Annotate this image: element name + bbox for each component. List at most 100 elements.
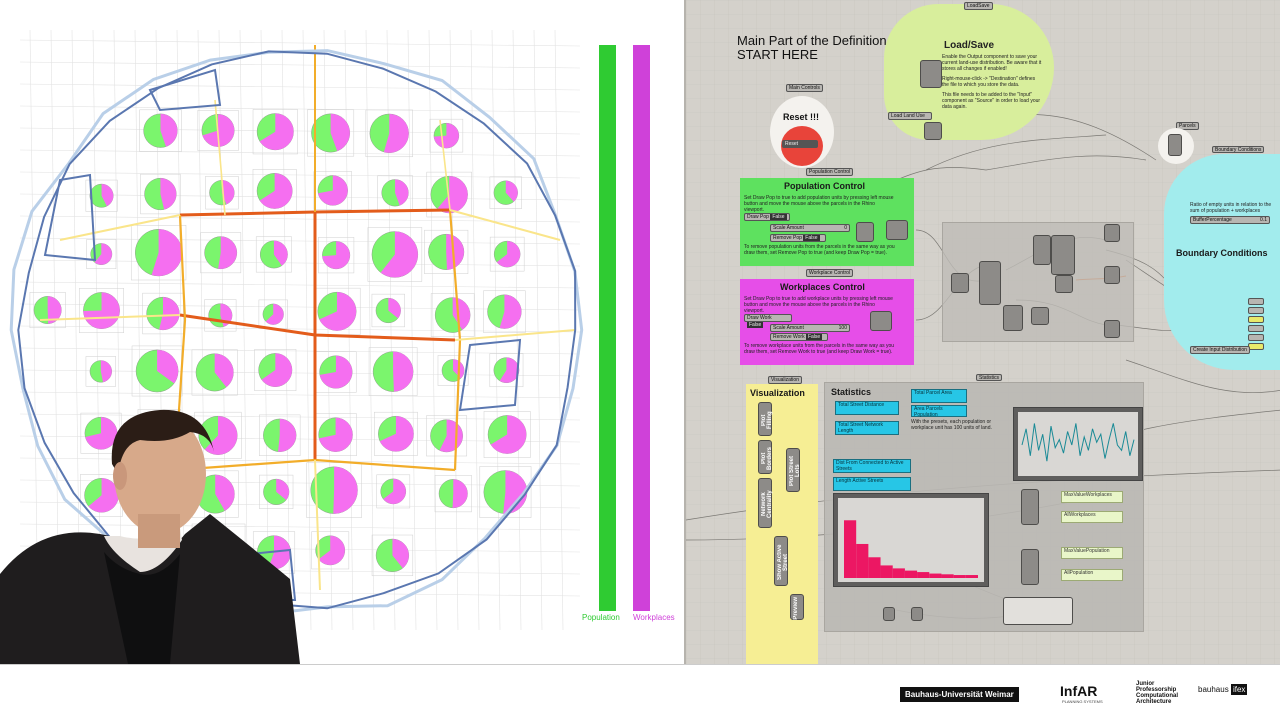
parcels-group[interactable] bbox=[1158, 128, 1194, 164]
parcels-component[interactable] bbox=[1168, 134, 1182, 156]
equals-component[interactable] bbox=[1031, 307, 1049, 325]
parcel-line bbox=[19, 127, 581, 135]
data-1-component[interactable] bbox=[1104, 224, 1120, 242]
land-use-pie bbox=[191, 349, 238, 396]
remove-pop-label: Remove Pop bbox=[773, 235, 802, 241]
draw-work-value: False bbox=[747, 322, 764, 328]
loadsave-group[interactable]: Load/Save Enable the Output component to… bbox=[884, 4, 1054, 140]
parcel-line bbox=[533, 29, 543, 631]
footer-logos: Bauhaus-Universität Weimar InfAR PLANNIN… bbox=[0, 664, 1280, 721]
histogram-bar bbox=[965, 575, 978, 578]
reset-group[interactable]: Reset !!! Reset bbox=[770, 96, 834, 168]
network-centrality-component[interactable]: Network Centrality bbox=[758, 478, 773, 528]
small-component-1[interactable] bbox=[883, 607, 895, 621]
small-component-2[interactable] bbox=[911, 607, 923, 621]
data-2-component[interactable] bbox=[1104, 266, 1120, 284]
show-active-street-component[interactable]: Show Active Street bbox=[774, 536, 789, 586]
load-land-use-param[interactable]: Load Land Use bbox=[888, 112, 932, 120]
junior-line4: Architecture bbox=[1136, 699, 1172, 705]
input-component[interactable] bbox=[924, 122, 942, 140]
land-use-pie bbox=[79, 288, 124, 333]
draw-pop-toggle[interactable]: Draw Pop False bbox=[744, 213, 790, 221]
work-scale-amount-slider[interactable]: Scale Amount 100 bbox=[770, 324, 850, 332]
pop-expression-component[interactable] bbox=[886, 220, 908, 240]
statistics-desc: With the presets, each population or wor… bbox=[911, 419, 992, 431]
set-item-component[interactable] bbox=[1003, 305, 1023, 331]
plot-street-lots-component[interactable]: Plot Street Lots bbox=[786, 448, 801, 492]
addition-component[interactable] bbox=[1051, 235, 1075, 275]
draw-work-toggle[interactable]: Draw Work False bbox=[744, 314, 792, 328]
visualization-group[interactable]: Visualization Plot Filling Plot Borders … bbox=[746, 384, 818, 664]
population-legend: Population bbox=[582, 613, 620, 622]
loadsave-tag: LoadSave bbox=[964, 2, 993, 10]
preview-component[interactable]: Preview bbox=[790, 594, 804, 620]
stat-street-network-length: Total Street Network Length bbox=[835, 421, 899, 435]
parcel-line bbox=[512, 29, 522, 631]
or-component[interactable] bbox=[951, 273, 969, 293]
land-use-pie bbox=[252, 109, 298, 155]
land-use-pie bbox=[313, 171, 352, 210]
list-values-component-1[interactable] bbox=[1021, 489, 1039, 525]
histogram-bar bbox=[856, 543, 869, 578]
boundary-out-1[interactable] bbox=[1248, 298, 1264, 305]
panel-all-population[interactable]: AllPopulation bbox=[1061, 569, 1123, 581]
workplace-control-tag: Workplace Control bbox=[806, 269, 854, 277]
remove-pop-toggle[interactable]: Remove Pop False bbox=[770, 234, 826, 242]
land-use-pie bbox=[318, 237, 355, 274]
boundary-out-2[interactable] bbox=[1248, 307, 1264, 314]
statistics-group[interactable]: Statistics Total Street Distance Total S… bbox=[824, 382, 1144, 632]
boundary-out-5[interactable] bbox=[1248, 334, 1264, 341]
land-use-pie bbox=[483, 290, 526, 333]
plot-filling-component[interactable]: Plot Filling bbox=[758, 402, 773, 436]
population-control-group[interactable]: Population Control Set Draw Pop to true … bbox=[740, 178, 914, 266]
workplaces-control-title: Workplaces Control bbox=[780, 282, 865, 292]
boundary-out-6[interactable] bbox=[1248, 343, 1264, 350]
boundary-conditions-tag: Boundary Conditions bbox=[1212, 146, 1265, 153]
cull-component[interactable] bbox=[1055, 275, 1073, 293]
stat-length-active-streets: Length Active Streets bbox=[833, 477, 911, 491]
land-use-pie bbox=[315, 351, 357, 393]
land-use-pie bbox=[254, 349, 297, 391]
list-values-component-2[interactable] bbox=[1021, 549, 1039, 585]
buffer-percentage-slider[interactable]: BufferPercentage 0.1 bbox=[1190, 216, 1270, 224]
buffer-percentage-label: BufferPercentage bbox=[1193, 217, 1232, 223]
presenter-webcam bbox=[0, 409, 300, 664]
grasshopper-canvas[interactable]: Main Part of the Definition START HERE L… bbox=[684, 0, 1280, 664]
statistics-title: Statistics bbox=[831, 387, 872, 397]
plot-borders-component[interactable]: Plot Borders bbox=[758, 440, 773, 474]
preview-label: Preview bbox=[793, 597, 799, 620]
scale-amount-slider[interactable]: Scale Amount 0 bbox=[770, 224, 850, 232]
create-input-distribution[interactable]: Create Input Distribution bbox=[1190, 346, 1250, 354]
panel-max-workplaces[interactable]: MaxValueWorkplaces bbox=[1061, 491, 1123, 503]
population-control-desc1: Set Draw Pop to true to add population u… bbox=[744, 195, 894, 213]
rhino-viewport[interactable]: Population Workplaces bbox=[0, 0, 684, 664]
panel-max-population[interactable]: MaxValuePopulation bbox=[1061, 547, 1123, 559]
panel-all-workplaces[interactable]: AllWorkplaces bbox=[1061, 511, 1123, 523]
parcel-line bbox=[19, 171, 581, 179]
boundary-out-4[interactable] bbox=[1248, 325, 1264, 332]
reset-button[interactable]: Reset bbox=[782, 140, 818, 148]
list-item-component[interactable] bbox=[1033, 235, 1051, 265]
histogram-panel bbox=[833, 493, 989, 587]
curve-closest-component[interactable] bbox=[979, 261, 1001, 305]
remove-work-toggle[interactable]: Remove Work False bbox=[770, 333, 828, 341]
boundary-desc: Ratio of empty units in relation to the … bbox=[1190, 202, 1272, 214]
network-evaluation-component[interactable] bbox=[1003, 597, 1073, 625]
loadsave-desc3: This file needs to be added to the "Inpu… bbox=[942, 92, 1041, 110]
boundary-out-3[interactable] bbox=[1248, 316, 1264, 323]
land-use-pie bbox=[313, 287, 361, 335]
data-3-component[interactable] bbox=[1104, 320, 1120, 338]
work-gate-component[interactable] bbox=[870, 311, 892, 331]
parcel-line bbox=[19, 237, 581, 245]
pop-gate-component[interactable] bbox=[856, 222, 874, 242]
loadsave-title: Load/Save bbox=[944, 40, 995, 51]
land-use-pie bbox=[204, 299, 237, 332]
boundary-conditions-group[interactable]: Ratio of empty units in relation to the … bbox=[1164, 154, 1280, 370]
population-control-title: Population Control bbox=[784, 181, 865, 191]
draw-pop-value: False bbox=[770, 214, 787, 220]
work-scale-amount-value: 100 bbox=[838, 325, 847, 331]
parcel-line bbox=[19, 105, 581, 113]
output-component[interactable] bbox=[920, 60, 942, 88]
remove-pop-value: False bbox=[803, 235, 820, 241]
workplaces-control-group[interactable]: Workplaces Control Set Draw Pop to true … bbox=[740, 279, 914, 365]
